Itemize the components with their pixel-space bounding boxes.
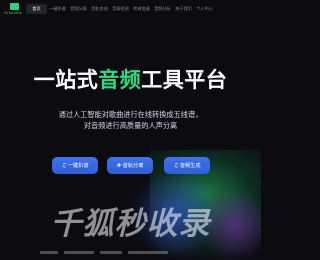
- transcribe-button[interactable]: ♫ 一键扒谱: [52, 157, 98, 174]
- nav-item-transcribe[interactable]: 一键扒谱: [47, 4, 68, 14]
- nav-item-home[interactable]: 首页: [26, 4, 47, 14]
- bottom-strip-segment: [40, 250, 58, 254]
- nav-item-pitch[interactable]: 音高检测: [110, 4, 131, 14]
- hero-title-suffix: 工具平台: [141, 68, 228, 92]
- watermark: 千狐秒收录: [50, 206, 211, 242]
- separate-button-label: 音轨分离: [122, 163, 144, 169]
- transcribe-button-label: 一键扒谱: [67, 163, 89, 169]
- nav-item-about[interactable]: 关于我们: [173, 4, 194, 14]
- generate-button-label: 音频生成: [179, 163, 201, 169]
- bottom-strip-segment: [100, 250, 122, 254]
- hero-title-accent: 音频: [98, 68, 142, 92]
- music-note-icon: ♫: [61, 162, 67, 169]
- top-navigation: FireAudio 首页 一键扒谱 音频分离 音轨合成 音高检测 转调变速 音频…: [0, 0, 261, 20]
- page: FireAudio 首页 一键扒谱 音频分离 音轨合成 音高检测 转调变速 音频…: [0, 0, 261, 260]
- nav-item-transpose[interactable]: 转调变速: [131, 4, 152, 14]
- hero-title-prefix: 一站式: [33, 68, 99, 92]
- nav-item-analysis[interactable]: 音频分析: [152, 4, 173, 14]
- hero-subtitle: 通过人工智能对歌曲进行在线转换成五线谱， 对音频进行高质量的人声分离: [0, 110, 261, 131]
- bottom-strip-segment: [64, 250, 94, 254]
- music-note-icon: ♫: [173, 162, 179, 169]
- nav-item-profile[interactable]: 个人中心: [194, 4, 215, 14]
- hero-title: 一站式音频工具平台: [0, 64, 261, 94]
- plus-icon: ✚: [116, 162, 122, 169]
- hero-subtitle-line-1: 通过人工智能对歌曲进行在线转换成五线谱，: [58, 110, 203, 119]
- bottom-strip: [40, 250, 230, 254]
- nav-item-separation[interactable]: 音频分离: [68, 4, 89, 14]
- bottom-strip-segment: [128, 250, 168, 254]
- logo-icon: [10, 3, 19, 10]
- nav-item-merge[interactable]: 音轨合成: [89, 4, 110, 14]
- hero-subtitle-line-2: 对音频进行高质量的人声分离: [83, 120, 178, 130]
- generate-button[interactable]: ♫ 音频生成: [164, 157, 210, 174]
- nav-menu: 首页 一键扒谱 音频分离 音轨合成 音高检测 转调变速 音频分析 关于我们 个人…: [26, 4, 215, 14]
- separate-button[interactable]: ✚ 音轨分离: [107, 157, 153, 174]
- site-logo[interactable]: FireAudio: [2, 3, 26, 17]
- logo-text: FireAudio: [4, 11, 22, 15]
